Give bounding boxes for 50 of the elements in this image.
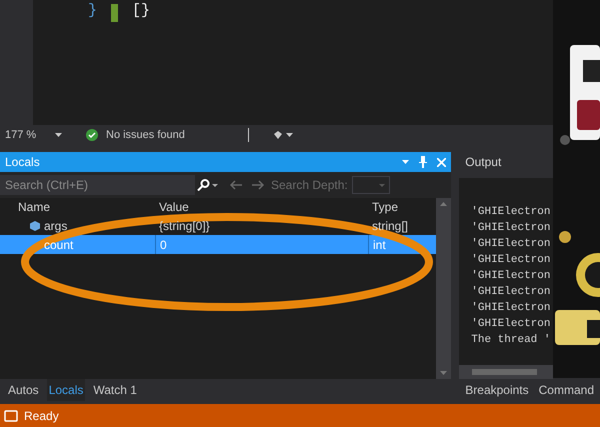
table-row[interactable]: args {string[0]} string[] — [0, 216, 436, 235]
output-line: 'GHIElectron — [471, 269, 552, 284]
search-depth-label: Search Depth: — [271, 177, 348, 194]
table-cell-text: {string[0]} — [159, 218, 210, 234]
search-field[interactable]: Search (Ctrl+E) — [0, 175, 195, 195]
output-line: 'GHIElectron — [471, 301, 552, 316]
scrollbar[interactable] — [436, 198, 452, 379]
table-cell-text: 0 — [160, 236, 167, 254]
status-text: Ready — [24, 408, 59, 424]
code-text: } — [88, 1, 98, 21]
panel-title: Output — [465, 154, 502, 171]
output-line: 'GHIElectron — [471, 285, 552, 300]
up-arrow-icon[interactable] — [440, 202, 448, 206]
panel-tab[interactable]: Autos — [6, 379, 41, 401]
code-editor[interactable]: } [} — [33, 0, 553, 125]
check-icon — [86, 129, 98, 141]
table-cell-text: count — [44, 236, 74, 254]
scrollbar[interactable] — [459, 365, 553, 379]
panel-tab[interactable]: Breakpoints — [465, 381, 529, 399]
window-icon — [4, 410, 18, 422]
issues-status[interactable]: No issues found — [106, 126, 185, 144]
table-cell-text: args — [44, 218, 68, 234]
change-marker — [111, 4, 118, 22]
caret-icon — [378, 184, 385, 186]
forward-arrow-icon[interactable] — [251, 180, 265, 190]
down-arrow-icon[interactable] — [440, 371, 448, 375]
close-icon[interactable] — [437, 158, 446, 166]
table-cell-text: int — [373, 236, 386, 254]
panel-tab[interactable]: Locals — [46, 379, 86, 401]
pin-icon[interactable] — [419, 156, 428, 168]
output-line: 'GHIElectron — [471, 317, 552, 332]
zoom-level[interactable]: 177 % — [5, 126, 47, 144]
caret-icon[interactable] — [55, 133, 62, 137]
table-cell-text: string[] — [372, 218, 408, 234]
column-header[interactable]: Value — [159, 198, 189, 216]
column-header[interactable]: Name — [18, 198, 50, 216]
panel-tab[interactable]: Command — [538, 381, 594, 399]
output-line: 'GHIElectron — [471, 253, 552, 268]
depth-dropdown[interactable] — [352, 176, 390, 194]
output-line: 'GHIElectron — [471, 237, 552, 252]
search-icon[interactable] — [197, 179, 219, 191]
panel-title: Locals — [5, 154, 41, 171]
back-arrow-icon[interactable] — [229, 180, 243, 190]
output-line: 'GHIElectron — [471, 221, 552, 236]
cube-icon — [30, 220, 40, 230]
column-header[interactable]: Type — [372, 198, 398, 216]
code-text: [} — [132, 1, 150, 21]
output-line: 'GHIElectron — [471, 205, 552, 220]
output-line: The thread ' — [471, 333, 552, 348]
panel-tab[interactable]: Watch 1 — [91, 379, 139, 401]
